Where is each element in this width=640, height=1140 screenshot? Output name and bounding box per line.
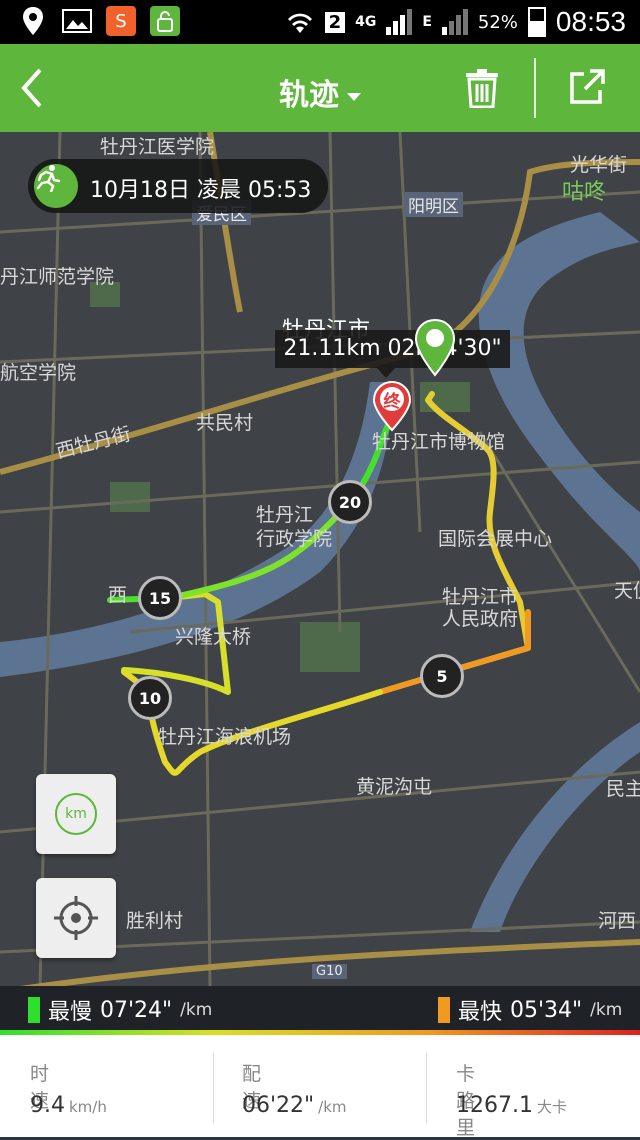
network-type: 4G <box>355 14 377 30</box>
battery-icon <box>527 7 546 37</box>
km-marker-5[interactable]: 5 <box>420 654 464 698</box>
map-label-gov-2: 人民政府 <box>442 608 519 630</box>
km-marker-20[interactable]: 20 <box>328 480 372 524</box>
sim-slot-badge: 2 <box>324 11 346 33</box>
km-marker-15[interactable]: 15 <box>138 576 182 620</box>
map-label-guanghua: 光华街 <box>570 154 628 176</box>
signal2-icon <box>441 9 468 35</box>
caret-down-icon <box>347 92 361 101</box>
stat-divider <box>426 1053 427 1123</box>
fastest-pace: 最快 05'34" /km <box>438 994 622 1026</box>
slow-swatch <box>28 997 40 1023</box>
stat-speed-value-row: 9.4 km/h <box>30 1093 107 1118</box>
fastest-value: 05'34" <box>510 997 583 1023</box>
map-label-minzhu: 民主 <box>606 778 640 800</box>
map-label-medical: 牡丹江医学院 <box>100 136 215 158</box>
map-label-admin-1: 牡丹江 <box>256 504 314 526</box>
lock-app-icon <box>150 6 180 36</box>
page-title: 轨迹 <box>279 78 339 113</box>
stat-pace-value: 06'22" <box>242 1093 315 1118</box>
map-label-airport: 牡丹江海浪机场 <box>158 726 292 748</box>
slowest-pace: 最慢 07'24" /km <box>28 994 212 1026</box>
start-pin-icon[interactable] <box>414 318 456 378</box>
map-label-district-yangming: 阳明区 <box>404 192 463 217</box>
map-label-shengli: 胜利村 <box>126 910 184 932</box>
map-label-xi: 西 <box>108 584 128 606</box>
running-icon <box>34 164 78 208</box>
battery-text: 52% <box>477 11 518 33</box>
km-marker-10[interactable]: 10 <box>128 676 172 720</box>
map-label-hexi: 河西 <box>598 910 637 932</box>
image-icon <box>62 6 92 36</box>
map-label-gongmin: 共民村 <box>196 412 254 434</box>
distance-time-tooltip: 21.11km 02h14'30" <box>275 330 510 378</box>
stat-pace-value-row: 06'22"/km <box>242 1093 347 1118</box>
stat-speed-unit: km/h <box>69 1098 107 1116</box>
map-label-g10: G10 <box>312 964 347 979</box>
map-watermark-gudong: 咕咚 <box>562 180 607 205</box>
app-header: 轨迹 <box>0 44 640 132</box>
map-label-admin-2: 行政学院 <box>256 528 333 550</box>
e-label: E <box>422 14 432 30</box>
km-icon: km <box>55 793 97 835</box>
map-label-normal: 丹江师范学院 <box>0 266 115 288</box>
fast-swatch <box>438 997 450 1023</box>
share-button[interactable] <box>568 68 608 108</box>
map-canvas <box>0 132 640 986</box>
map-label-bridge: 兴隆大桥 <box>175 626 252 648</box>
location-icon <box>18 6 48 36</box>
slowest-value: 07'24" <box>100 997 173 1023</box>
stat-speed-value: 9.4 <box>30 1093 65 1118</box>
run-datetime: 10月18日 凌晨 05:53 <box>90 178 312 203</box>
end-marker-label: 终 <box>383 392 401 412</box>
km-toggle-button[interactable]: km <box>36 774 116 854</box>
slowest-label: 最慢 <box>48 1000 93 1025</box>
stat-calories-value: 1267.1 <box>456 1093 533 1118</box>
status-bar: S 2 4G E 52% 08:53 <box>0 0 640 44</box>
stat-calories-unit: 大卡 <box>536 1098 567 1116</box>
map-label-huangni: 黄泥沟屯 <box>356 776 433 798</box>
map-label-aviation: 航空学院 <box>0 362 77 384</box>
pace-legend: 最慢 07'24" /km 最快 05'34" /km <box>0 986 640 1030</box>
fastest-unit: /km <box>590 1000 623 1020</box>
trash-icon <box>466 69 498 109</box>
end-pin-icon[interactable]: 终 <box>372 380 412 432</box>
share-icon <box>570 69 605 104</box>
map-label-expo: 国际会展中心 <box>438 528 553 550</box>
crosshair-icon <box>54 896 98 940</box>
notification-icons: S <box>18 6 180 36</box>
header-divider <box>534 58 536 118</box>
clock: 08:53 <box>555 6 626 37</box>
stat-calories-value-row: 1267.1 大卡 <box>456 1093 567 1118</box>
system-icons: 2 4G E 52% 08:53 <box>285 6 626 38</box>
signal-icon <box>386 9 413 35</box>
map-label-tianxing: 天倪 <box>614 580 640 602</box>
stat-pace-unit: /km <box>318 1098 347 1116</box>
stat-divider <box>213 1053 214 1123</box>
slowest-unit: /km <box>180 1000 213 1020</box>
wifi-icon <box>287 13 312 33</box>
sogou-icon: S <box>106 6 136 36</box>
date-chip: 10月18日 凌晨 05:53 <box>28 159 328 213</box>
stats-panel: 时速 9.4 km/h 配速 06'22"/km 卡路里 1267.1 大卡 <box>0 1035 640 1139</box>
delete-button[interactable] <box>464 68 504 109</box>
locate-button[interactable] <box>36 878 116 958</box>
map-view[interactable]: 牡丹江医学院 丹江师范学院 航空学院 西牡丹街 共民村 牡丹江市 牡丹江市博物馆… <box>0 132 640 986</box>
title-dropdown[interactable]: 轨迹 <box>0 70 640 114</box>
fastest-label: 最快 <box>458 1000 503 1025</box>
